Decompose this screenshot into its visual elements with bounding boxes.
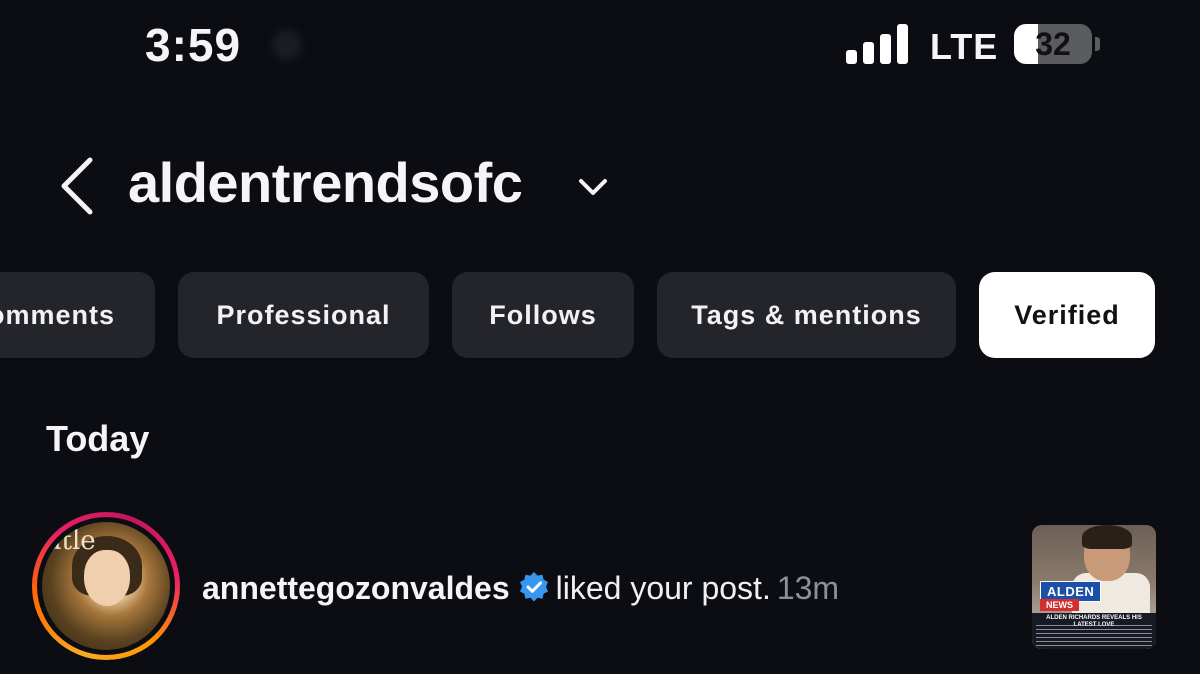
signal-icon	[846, 24, 908, 64]
notification-action: liked your post.	[555, 570, 771, 606]
thumbnail-logo-bottom: NEWS	[1040, 599, 1079, 611]
filter-tabs: omments Professional Follows Tags & ment…	[0, 272, 1200, 358]
network-type: LTE	[930, 26, 999, 67]
section-title-today: Today	[46, 418, 150, 459]
status-bar: 3:59 LTE 32	[0, 0, 1200, 100]
battery-level: 32	[1035, 26, 1071, 62]
tab-follows[interactable]: Follows	[452, 272, 634, 358]
verified-badge-icon	[519, 572, 548, 602]
story-ring[interactable]: atle	[32, 512, 180, 660]
battery-icon: 32	[1014, 24, 1092, 64]
back-arrow-icon[interactable]	[56, 156, 100, 216]
battery-cap	[1095, 37, 1100, 51]
tab-verified[interactable]: Verified	[979, 272, 1155, 358]
notification-item[interactable]: atle annettegozonvaldes liked your post.…	[0, 510, 1200, 670]
thumbnail-body-text	[1036, 625, 1152, 647]
header: aldentrendsofc	[0, 140, 1200, 230]
chevron-down-icon[interactable]	[576, 170, 610, 204]
account-username[interactable]: aldentrendsofc	[128, 150, 523, 215]
post-thumbnail[interactable]: ALDEN NEWS ALDEN RICHARDS REVEALS HIS LA…	[1032, 525, 1156, 649]
tab-tags-mentions[interactable]: Tags & mentions	[657, 272, 956, 358]
blurred-indicator	[272, 30, 302, 60]
tab-professional[interactable]: Professional	[178, 272, 429, 358]
notification-time: 13m	[776, 570, 840, 606]
notification-text: annettegozonvaldes liked your post. 13m	[202, 570, 839, 607]
avatar[interactable]: atle	[42, 522, 170, 650]
avatar-magazine-text: atle	[46, 526, 96, 556]
notification-username[interactable]: annettegozonvaldes	[202, 570, 510, 606]
tab-comments[interactable]: omments	[0, 272, 155, 358]
status-time: 3:59	[145, 19, 242, 71]
